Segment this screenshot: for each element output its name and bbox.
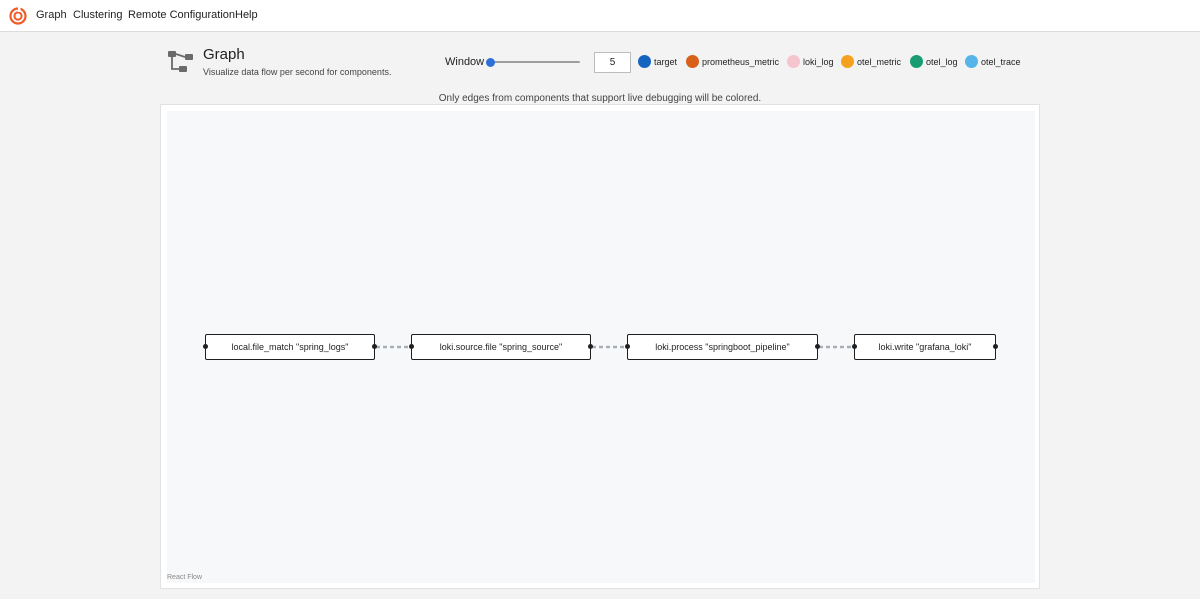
legend-dot [841,55,854,68]
legend-dot [965,55,978,68]
legend-label: otel_log [926,57,958,67]
page-title: Graph [203,46,245,63]
legend-dot [910,55,923,68]
react-flow-attribution[interactable]: React Flow [167,574,202,581]
legend-label: otel_trace [981,57,1021,67]
alloy-logo-icon[interactable] [9,7,27,25]
node-output-handle[interactable] [372,344,377,349]
node-loki-write[interactable]: loki.write "grafana_loki" [854,334,996,360]
node-input-handle[interactable] [203,344,208,349]
window-slider-thumb[interactable] [486,58,496,67]
node-output-handle[interactable] [588,344,593,349]
node-input-handle[interactable] [625,344,630,349]
nav-help[interactable]: Help [235,9,258,21]
nav-remote-configuration[interactable]: Remote Configuration [128,9,235,21]
legend-dot [638,55,651,68]
node-loki-process[interactable]: loki.process "springboot_pipeline" [627,334,818,360]
legend-dot [686,55,699,68]
legend-dot [787,55,800,68]
graph-icon [168,51,193,72]
node-input-handle[interactable] [852,344,857,349]
node-loki-source-file[interactable]: loki.source.file "spring_source" [411,334,591,360]
node-local-file-match[interactable]: local.file_match "spring_logs" [205,334,375,360]
legend-label: otel_metric [857,57,902,67]
window-value-input[interactable] [594,52,631,73]
window-label: Window [445,56,485,68]
legend-label: loki_log [803,57,834,67]
nav-graph[interactable]: Graph [36,9,67,21]
node-input-handle[interactable] [409,344,414,349]
page-subtitle: Visualize data flow per second for compo… [203,67,392,77]
node-output-handle[interactable] [815,344,820,349]
window-slider-track[interactable] [489,61,580,63]
top-navbar: Graph Clustering Remote Configuration He… [0,0,1200,32]
node-output-handle[interactable] [993,344,998,349]
legend-label: target [654,57,678,67]
nav-clustering[interactable]: Clustering [73,9,123,21]
live-debugging-notice: Only edges from components that support … [438,93,762,104]
legend-label: prometheus_metric [702,57,780,67]
